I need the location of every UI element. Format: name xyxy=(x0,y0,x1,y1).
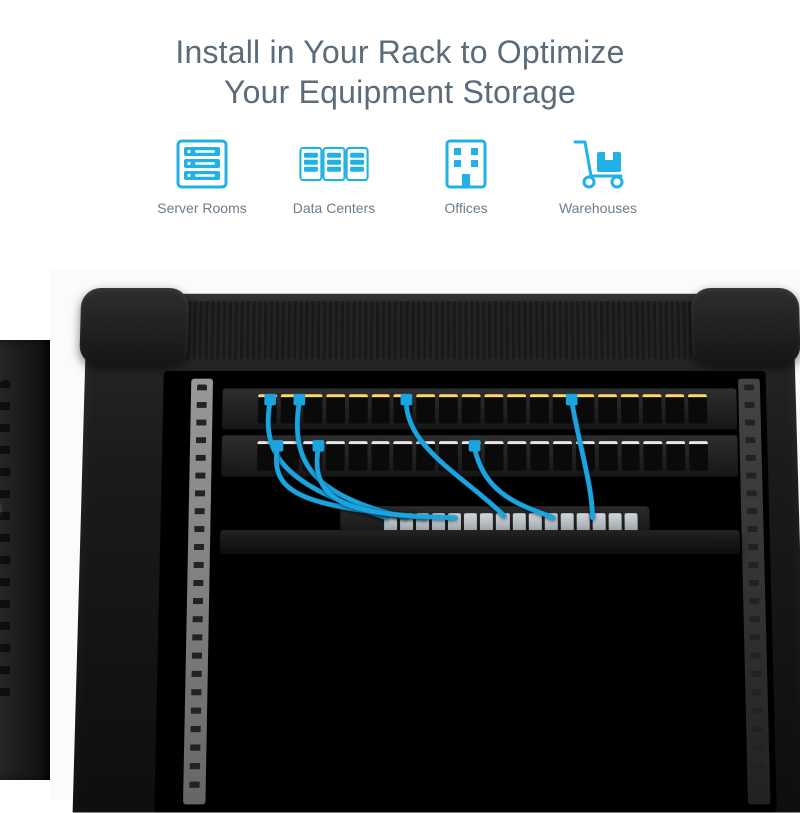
patch-panel-ports xyxy=(257,441,708,471)
rack-vented-top xyxy=(95,301,785,359)
headline-line-2: Your Equipment Storage xyxy=(224,74,576,110)
data-center-icon xyxy=(299,138,369,190)
feature-label: Data Centers xyxy=(293,200,375,216)
mounting-rail xyxy=(738,379,770,805)
rack-door xyxy=(0,340,50,780)
product-illustration xyxy=(50,270,800,800)
office-building-icon xyxy=(431,138,501,190)
feature-label: Warehouses xyxy=(559,200,637,216)
rack-shelf xyxy=(220,530,740,554)
mounting-rail xyxy=(183,379,213,805)
patch-panel xyxy=(221,435,738,476)
rack-corner xyxy=(691,288,800,365)
hand-truck-icon xyxy=(563,138,633,190)
feature-offices: Offices xyxy=(411,138,521,216)
patch-panel-ports xyxy=(258,394,708,423)
feature-data-centers: Data Centers xyxy=(279,138,389,216)
patch-panel xyxy=(222,388,737,429)
feature-label: Offices xyxy=(444,200,487,216)
feature-row: Server Rooms Data Centers xyxy=(0,138,800,216)
marketing-headline: Install in Your Rack to Optimize Your Eq… xyxy=(0,0,800,120)
feature-warehouses: Warehouses xyxy=(543,138,653,216)
server-rack-icon xyxy=(167,138,237,190)
feature-server-rooms: Server Rooms xyxy=(147,138,257,216)
rack-corner xyxy=(79,288,189,365)
headline-line-1: Install in Your Rack to Optimize xyxy=(175,34,624,70)
server-rack xyxy=(73,294,800,813)
rack-interior xyxy=(154,371,777,813)
feature-label: Server Rooms xyxy=(157,200,246,216)
